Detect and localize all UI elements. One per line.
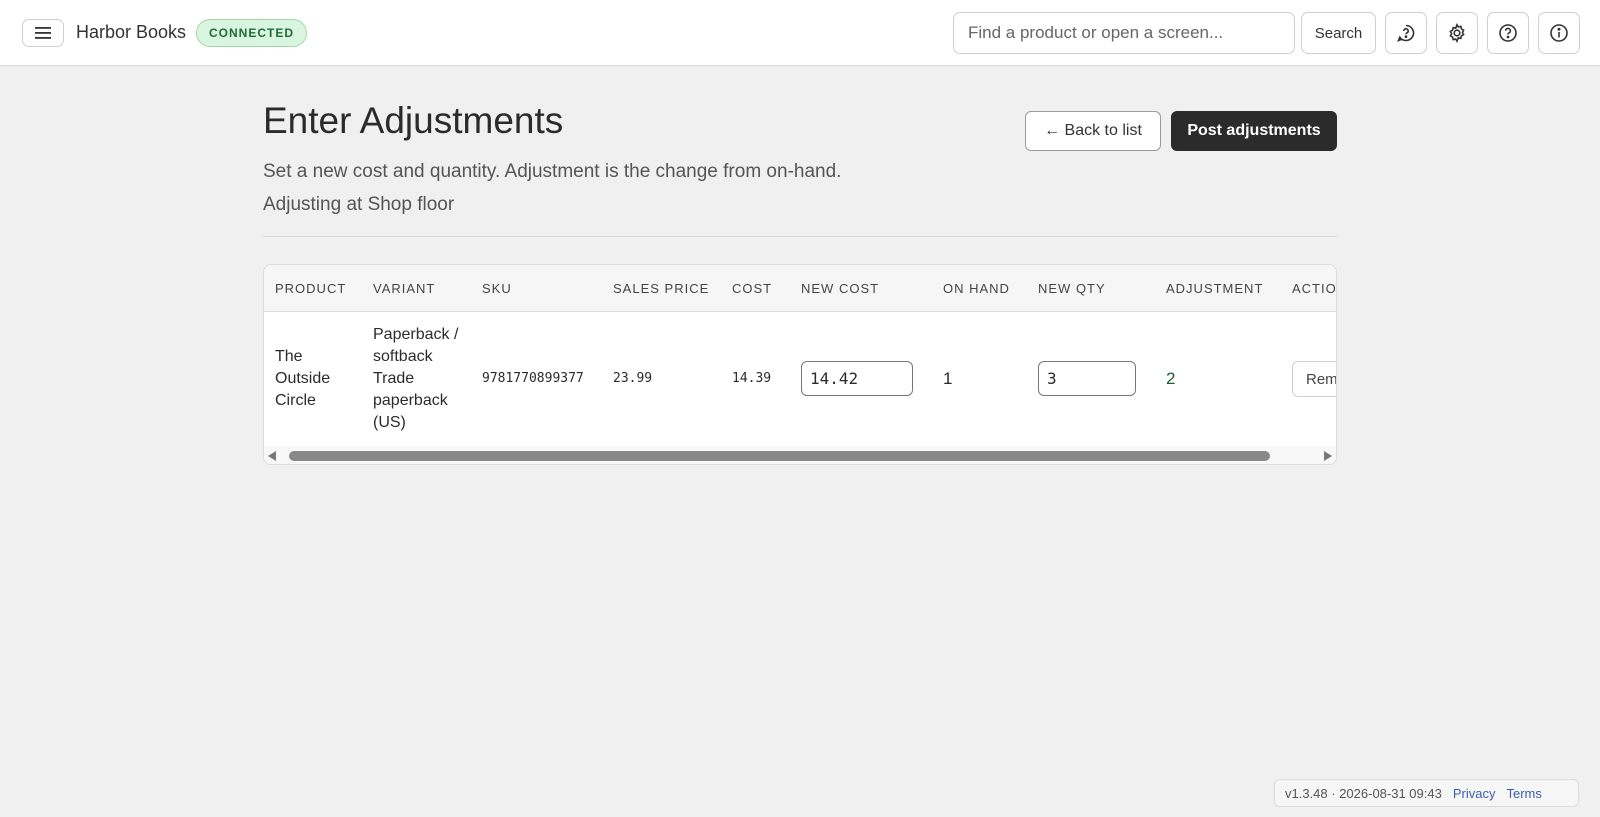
privacy-link[interactable]: Privacy [1453, 786, 1496, 801]
column-header-sku: SKU [482, 281, 512, 296]
column-header-new-qty: NEW QTY [1038, 281, 1106, 296]
info-button[interactable] [1538, 12, 1580, 54]
help-button[interactable] [1487, 12, 1529, 54]
status-badge: CONNECTED [196, 19, 308, 47]
column-header-product: PRODUCT [275, 281, 347, 296]
table-header: PRODUCT VARIANT SKU SALES PRICE COST NEW… [264, 265, 1337, 312]
scroll-left-arrow-icon[interactable] [268, 451, 276, 461]
page-title: Enter Adjustments [263, 100, 564, 141]
menu-button[interactable] [22, 19, 64, 47]
feedback-icon [1397, 24, 1415, 42]
search-button[interactable]: Search [1301, 12, 1376, 54]
column-header-sales-price: SALES PRICE [613, 281, 710, 296]
column-header-variant: VARIANT [373, 281, 436, 296]
settings-button[interactable] [1436, 12, 1478, 54]
remove-row-button[interactable]: Remove [1292, 361, 1336, 397]
column-header-adjustment: ADJUSTMENT [1166, 281, 1264, 296]
column-header-on-hand: ON HAND [943, 281, 1010, 296]
divider [263, 236, 1337, 237]
horizontal-scrollbar[interactable] [264, 446, 1336, 464]
new-cost-input[interactable] [801, 361, 913, 396]
location-line: Adjusting at Shop floor [263, 194, 455, 215]
adjustments-table: PRODUCT VARIANT SKU SALES PRICE COST NEW… [263, 264, 1337, 465]
cost-cell: 14.39 [732, 371, 772, 386]
column-header-new-cost: NEW COST [801, 281, 880, 296]
product-cell: The Outside Circle [275, 348, 331, 409]
back-to-list-button[interactable]: ← Back to list [1025, 111, 1161, 151]
post-adjustments-button[interactable]: Post adjustments [1171, 111, 1337, 151]
info-icon [1550, 24, 1568, 42]
variant-cell: Paperback / softback Trade paperback (US… [373, 326, 459, 431]
hamburger-icon [35, 27, 51, 39]
help-icon [1499, 24, 1517, 42]
version-info: v1.3.48 · 2026-08-31 09:43 [1285, 785, 1442, 801]
app-title: Harbor Books [76, 22, 187, 42]
column-header-cost: COST [732, 281, 773, 296]
feedback-button[interactable] [1385, 12, 1427, 54]
page-subtitle: Set a new cost and quantity. Adjustment … [263, 161, 842, 182]
gear-icon [1449, 23, 1465, 43]
on-hand-cell: 1 [943, 369, 953, 388]
sku-cell: 9781770899377 [482, 371, 584, 386]
sales-price-cell: 23.99 [613, 371, 653, 386]
footer: v1.3.48 · 2026-08-31 09:43 Privacy Terms [1274, 779, 1579, 807]
scrollbar-thumb[interactable] [289, 451, 1270, 461]
search-input[interactable] [953, 12, 1295, 54]
scroll-right-arrow-icon[interactable] [1324, 451, 1332, 461]
new-qty-input[interactable] [1038, 361, 1136, 396]
adjustment-cell: 2 [1166, 369, 1176, 388]
terms-link[interactable]: Terms [1506, 786, 1541, 801]
top-bar: Harbor Books CONNECTED Search [0, 0, 1600, 66]
column-header-actions: ACTIONS [1292, 281, 1337, 296]
